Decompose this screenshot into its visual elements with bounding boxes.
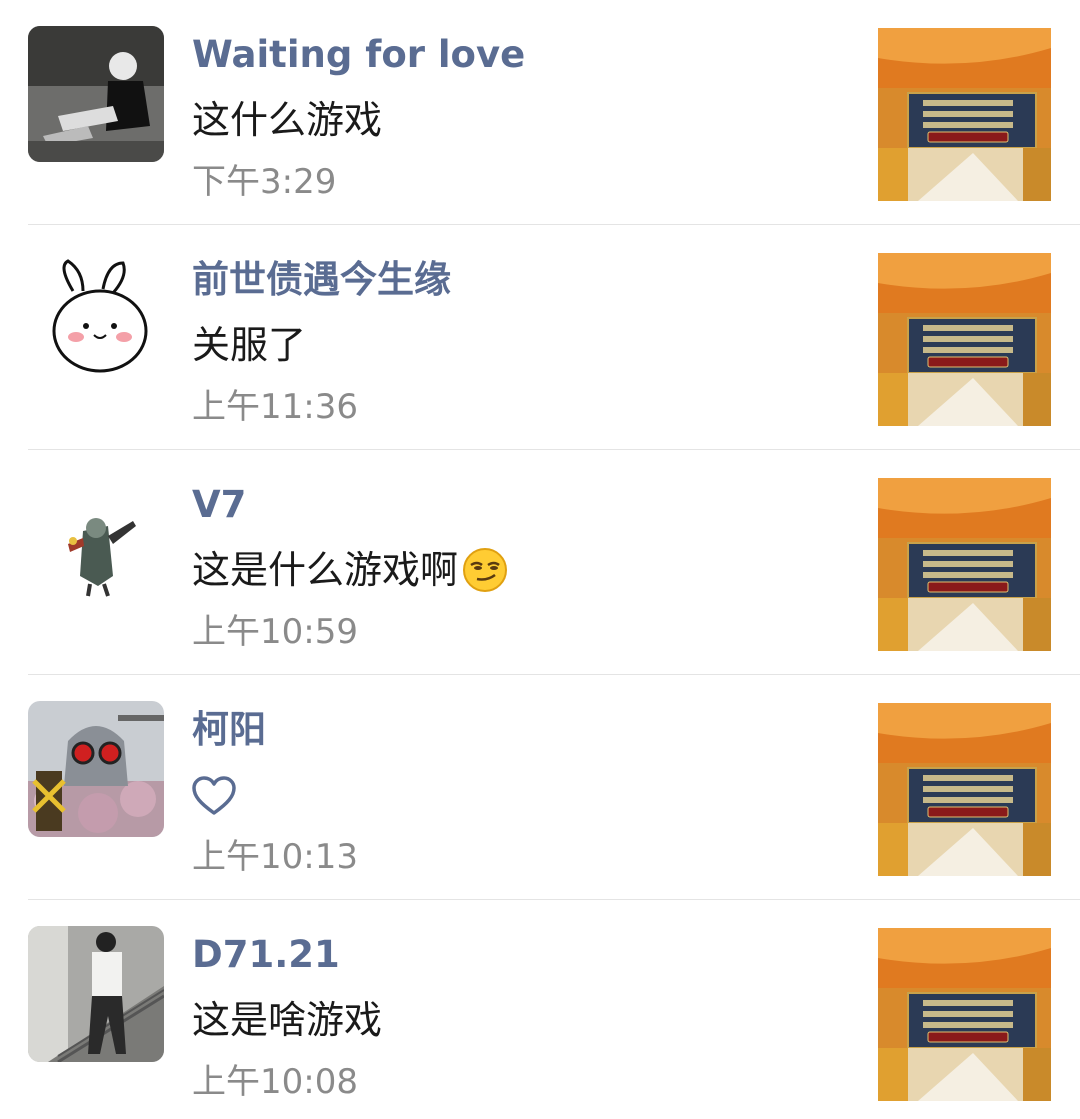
comment-list: Waiting for love 这什么游戏 下午3:29 前世债遇今生缘 关服… [0,0,1080,1119]
comment-time: 下午3:29 [192,162,337,202]
comment-text: 关服了 [192,323,307,367]
heart-icon [192,776,236,815]
comment-row[interactable]: D71.21 这是啥游戏 上午10:08 [0,900,1080,1119]
commenter-name[interactable]: 柯阳 [192,707,266,753]
avatar-person-sitting-icon[interactable] [28,26,164,162]
comment-text: 这是啥游戏 [192,998,383,1042]
post-thumbnail[interactable] [878,928,1051,1101]
comment-time: 上午10:08 [192,1062,358,1102]
smirk-emoji-icon [463,548,508,592]
comment-row[interactable]: Waiting for love 这什么游戏 下午3:29 [0,0,1080,225]
comment-text: 这是什么游戏啊 [192,547,508,593]
commenter-name[interactable]: V7 [192,482,246,528]
comment-row[interactable]: V7 这是什么游戏啊 上午10:59 [0,450,1080,675]
comment-row[interactable]: 前世债遇今生缘 关服了 上午11:36 [0,225,1080,450]
commenter-name[interactable]: D71.21 [192,932,340,978]
comment-like [192,772,236,816]
comment-row[interactable]: 柯阳 上午10:13 [0,675,1080,900]
avatar-bunny-icon[interactable] [28,251,164,387]
comment-time: 上午10:59 [192,612,358,652]
comment-text: 这什么游戏 [192,98,383,142]
post-thumbnail[interactable] [878,253,1051,426]
avatar-statue-icon[interactable] [28,701,164,837]
avatar-person-standing-icon[interactable] [28,926,164,1062]
comment-time: 上午10:13 [192,837,358,877]
post-thumbnail[interactable] [878,478,1051,651]
commenter-name[interactable]: Waiting for love [192,32,525,78]
commenter-name[interactable]: 前世债遇今生缘 [192,257,451,303]
comment-time: 上午11:36 [192,387,358,427]
post-thumbnail[interactable] [878,703,1051,876]
avatar-warrior-icon[interactable] [28,476,164,612]
post-thumbnail[interactable] [878,28,1051,201]
